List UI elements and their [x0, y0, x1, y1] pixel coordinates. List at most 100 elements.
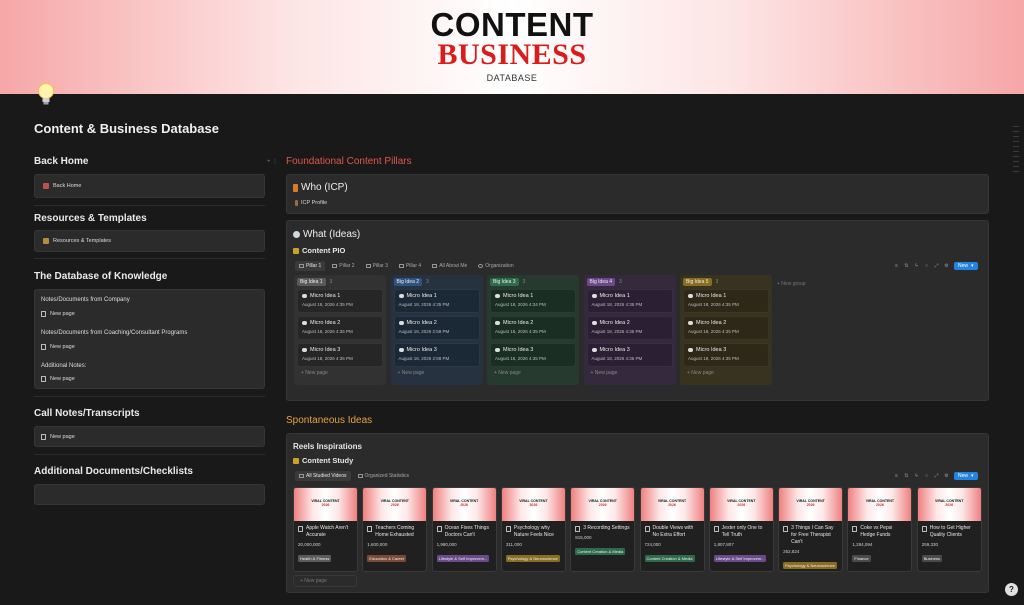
- new-page-label: New page: [50, 344, 75, 350]
- tab-organized-statistics[interactable]: Organized Statistics: [354, 471, 413, 481]
- card-date: August 18, 2026 4:35 PM: [302, 356, 353, 361]
- outline-marker[interactable]: [1013, 156, 1019, 157]
- outline-marker[interactable]: [1013, 151, 1019, 152]
- gallery-card[interactable]: VIRAL CONTENT 2026 Double Views with No Ex…: [639, 487, 705, 572]
- tab-all-studied-videos[interactable]: All Studied Videos: [295, 471, 351, 481]
- column-header[interactable]: Big Idea 33: [490, 278, 576, 286]
- outline-marker[interactable]: [1013, 161, 1019, 162]
- tab-pillar-4[interactable]: Pillar 4: [395, 261, 425, 271]
- column-header[interactable]: Big Idea 43: [586, 278, 673, 286]
- board-card[interactable]: Micro Idea 3 August 18, 2026 4:35 PM: [683, 343, 769, 367]
- gallery-new-page-button[interactable]: + New page: [293, 575, 357, 587]
- gallery-card[interactable]: VIRAL CONTENT 2026 Psychology why Nature F…: [500, 487, 566, 572]
- board-card[interactable]: Micro Idea 1 August 18, 2026 4:35 PM: [683, 289, 769, 313]
- board-card[interactable]: Micro Idea 3 August 18, 2026 4:35 PM: [490, 343, 576, 367]
- lightbulb-icon[interactable]: [35, 82, 57, 108]
- gallery-card[interactable]: VIRAL CONTENT 2026 How to Get Higher Quali…: [916, 487, 982, 572]
- new-button[interactable]: New ▾: [954, 262, 978, 270]
- icp-profile-link[interactable]: ICP Profile: [295, 200, 327, 206]
- tab-organization[interactable]: Organization: [474, 261, 517, 271]
- speech-bubble-icon: [591, 348, 597, 352]
- lightning-icon[interactable]: ϟ: [914, 263, 919, 269]
- gallery-card[interactable]: VIRAL CONTENT 2026 Ocean Fixes Things Doct…: [431, 487, 497, 572]
- expand-icon[interactable]: ⤢: [934, 473, 939, 479]
- new-page-link[interactable]: New page: [41, 434, 75, 440]
- board-card[interactable]: Micro Idea 1 August 18, 2026 4:35 PM: [586, 289, 673, 313]
- board-card[interactable]: Micro Idea 3 August 18, 2026 4:35 PM: [297, 343, 383, 367]
- board-card[interactable]: Micro Idea 2 August 18, 2026 4:35 PM: [490, 316, 576, 340]
- back-home-link[interactable]: Back Home: [43, 183, 81, 189]
- divider: [34, 205, 265, 206]
- expand-icon[interactable]: ⤢: [934, 263, 939, 269]
- new-page-link[interactable]: New page: [41, 344, 75, 350]
- column-header[interactable]: Big Idea 53: [683, 278, 769, 286]
- page-icon: [644, 526, 650, 532]
- gallery-card-title: Apple Watch Aren't Accurate: [294, 521, 357, 539]
- settings-icon[interactable]: ⚙: [944, 263, 949, 269]
- card-thumbnail: VIRAL CONTENT 2026: [640, 488, 704, 521]
- card-title-label: Micro Idea 3: [503, 347, 534, 353]
- column-new-page[interactable]: + New page: [683, 370, 769, 376]
- card-date: August 18, 2026 4:35 PM: [398, 302, 450, 307]
- new-page-link[interactable]: New page: [41, 311, 75, 317]
- gallery-card[interactable]: VIRAL CONTENT 2026 3 Things I Can Say for …: [778, 487, 844, 572]
- column-new-page[interactable]: + New page: [587, 370, 673, 376]
- new-page-link[interactable]: New page: [41, 376, 75, 382]
- outline-marker[interactable]: [1013, 131, 1019, 132]
- tab-pillar-2[interactable]: Pillar 2: [328, 261, 358, 271]
- content-pio-title[interactable]: Content PIO: [293, 246, 345, 255]
- gallery-card-title-label: Apple Watch Aren't Accurate: [306, 525, 349, 538]
- outline-marker[interactable]: [1013, 136, 1019, 137]
- gallery-card[interactable]: VIRAL CONTENT 2026 3 Recording Settings 815…: [570, 487, 636, 572]
- board-card[interactable]: Micro Idea 2 August 18, 2026 2:58 PM: [393, 316, 480, 340]
- sort-icon[interactable]: ⇅: [904, 473, 909, 479]
- gallery-card[interactable]: VIRAL CONTENT 2026 Jester only One to Tell…: [708, 487, 774, 572]
- board-card[interactable]: Micro Idea 1 August 18, 2026 4:35 PM: [297, 289, 383, 313]
- column-new-page[interactable]: + New page: [394, 370, 480, 376]
- column-new-page[interactable]: + New page: [490, 370, 576, 376]
- board-card[interactable]: Micro Idea 2 August 18, 2026 4:35 PM: [586, 316, 673, 340]
- filter-icon[interactable]: ≡: [894, 473, 899, 479]
- resources-link[interactable]: Resources & Templates: [43, 238, 111, 244]
- outline-marker[interactable]: [1013, 146, 1019, 147]
- add-block-handle[interactable]: + ⋮: [267, 158, 278, 165]
- thumbnail-line2: 2026: [945, 503, 954, 507]
- gallery-card[interactable]: VIRAL CONTENT 2026 Coke vs Pepsi Hedge Fun…: [847, 487, 913, 572]
- board-card[interactable]: Micro Idea 3 August 18, 2026 2:58 PM: [393, 343, 480, 367]
- tab-label: All About Me: [439, 263, 468, 269]
- gallery-card[interactable]: VIRAL CONTENT 2026 Apple Watch Aren't Accu…: [293, 487, 358, 572]
- search-icon[interactable]: ○: [924, 263, 929, 269]
- outline-marker[interactable]: [1013, 166, 1019, 167]
- tab-pillar-1[interactable]: Pillar 1: [295, 261, 326, 271]
- gallery-card[interactable]: VIRAL CONTENT 2026 Teachers Coming Home Ex…: [362, 487, 428, 572]
- board-card[interactable]: Micro Idea 1 August 18, 2026 4:34 PM: [490, 289, 576, 313]
- column-header[interactable]: Big Idea 13: [297, 278, 383, 286]
- additional-docs-heading: Additional Documents/Checklists: [34, 466, 193, 477]
- tab-all-about-me[interactable]: All About Me: [428, 261, 471, 271]
- board-card[interactable]: Micro Idea 1 August 18, 2026 4:35 PM: [393, 289, 480, 313]
- outline-marker[interactable]: [1013, 126, 1019, 127]
- speech-bubble-icon: [302, 348, 307, 352]
- filter-icon[interactable]: ≡: [894, 263, 899, 269]
- help-button[interactable]: ?: [1005, 583, 1018, 596]
- card-title-label: Micro Idea 2: [310, 320, 341, 326]
- add-group-button[interactable]: + New group: [777, 281, 806, 287]
- tab-pillar-3[interactable]: Pillar 3: [362, 261, 392, 271]
- new-button[interactable]: New ▾: [954, 472, 978, 480]
- column-new-page[interactable]: + New page: [297, 370, 383, 376]
- content-study-title[interactable]: Content Study: [293, 456, 353, 465]
- column-header[interactable]: Big Idea 23: [393, 278, 480, 286]
- settings-icon[interactable]: ⚙: [944, 473, 949, 479]
- thumbnail-line2: 2026: [460, 503, 468, 507]
- lightning-icon[interactable]: ϟ: [914, 473, 919, 479]
- board-card[interactable]: Micro Idea 3 August 18, 2026 4:35 PM: [586, 343, 673, 367]
- board-card[interactable]: Micro Idea 2 August 18, 2026 4:35 PM: [297, 316, 383, 340]
- outline-marker[interactable]: [1013, 141, 1019, 142]
- additional-docs-box[interactable]: [34, 484, 265, 505]
- outline-marker[interactable]: [1013, 171, 1019, 172]
- thumbnail-line2: 2026: [668, 503, 676, 507]
- sort-icon[interactable]: ⇅: [904, 263, 909, 269]
- board-card[interactable]: Micro Idea 2 August 18, 2026 4:35 PM: [683, 316, 769, 340]
- card-title-label: Micro Idea 2: [599, 320, 630, 326]
- search-icon[interactable]: ○: [924, 473, 929, 479]
